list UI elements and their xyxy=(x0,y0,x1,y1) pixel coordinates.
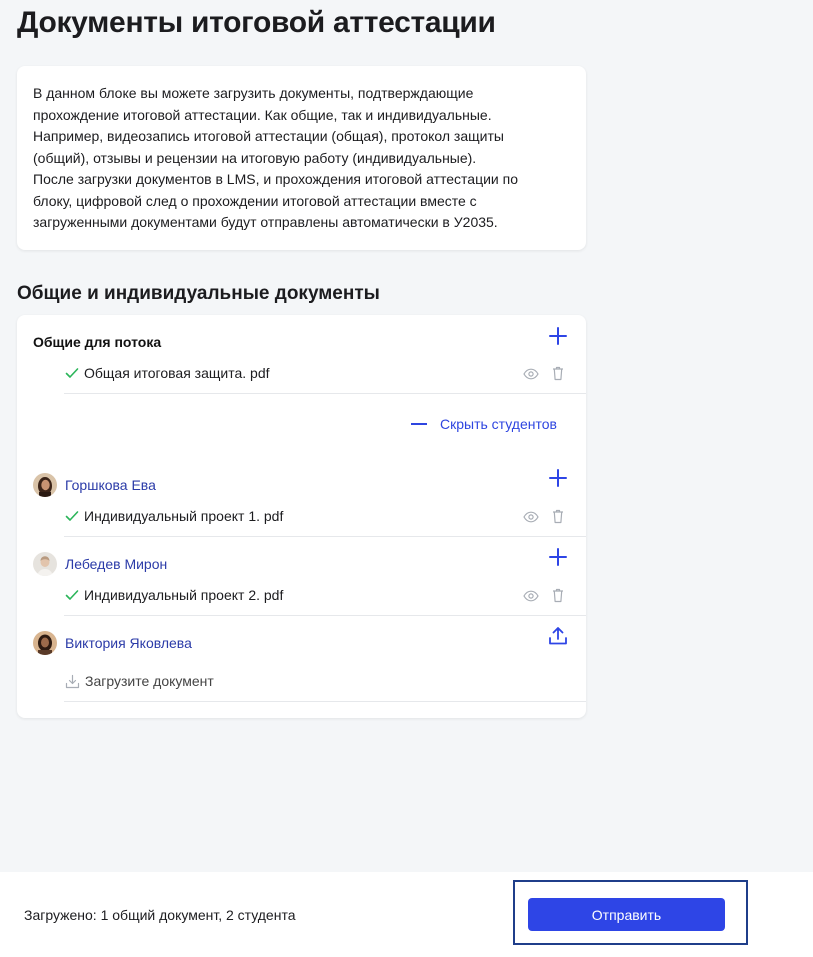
divider xyxy=(64,615,586,616)
info-text-line: После загрузки документов в LMS, и прохо… xyxy=(33,171,519,187)
check-icon xyxy=(65,590,79,600)
info-text-line: прохождение итоговой аттестации. Как общ… xyxy=(33,106,492,123)
file-name: Индивидуальный проект 2. pdf xyxy=(84,587,284,603)
submit-button[interactable]: Отправить xyxy=(528,898,725,931)
eye-icon[interactable] xyxy=(523,511,539,523)
divider xyxy=(64,536,586,537)
hide-students-label: Скрыть студентов xyxy=(440,416,557,432)
info-card: В данном блоке вы можете загрузить докум… xyxy=(17,66,586,250)
common-file-row: Общая итоговая защита. pdf xyxy=(65,365,270,381)
trash-icon[interactable] xyxy=(552,588,564,603)
upload-label: Загрузите документ xyxy=(85,673,214,689)
upload-status: Загружено: 1 общий документ, 2 студента xyxy=(24,907,296,923)
common-group-title: Общие для потока xyxy=(33,334,162,350)
file-name: Индивидуальный проект 1. pdf xyxy=(84,508,284,524)
info-text-line: В данном блоке вы можете загрузить докум… xyxy=(33,85,474,101)
divider xyxy=(64,701,586,702)
add-student-document-button[interactable] xyxy=(547,467,569,489)
add-common-document-button[interactable] xyxy=(547,325,569,347)
section-title: Общие и индивидуальные документы xyxy=(17,283,380,304)
info-text-line: Например, видеозапись итоговой аттестаци… xyxy=(33,128,504,144)
info-text-line: блоку, цифровой след о прохождении итого… xyxy=(33,192,477,209)
minus-icon xyxy=(411,423,427,425)
page-title: Документы итоговой аттестации xyxy=(17,6,496,39)
upload-icon[interactable] xyxy=(548,626,568,646)
avatar xyxy=(33,552,57,576)
student-file-row: Индивидуальный проект 1. pdf xyxy=(65,508,283,524)
download-icon xyxy=(65,674,80,688)
info-text-line: загруженными документами будут отправлен… xyxy=(33,214,498,230)
avatar xyxy=(33,473,57,497)
check-icon xyxy=(65,368,79,378)
student-name[interactable]: Виктория Яковлева xyxy=(65,635,192,651)
student-name[interactable]: Горшкова Ева xyxy=(65,477,156,493)
eye-icon[interactable] xyxy=(523,590,539,602)
add-student-document-button[interactable] xyxy=(547,546,569,568)
trash-icon[interactable] xyxy=(552,509,564,524)
avatar xyxy=(33,631,57,655)
divider xyxy=(64,393,586,394)
trash-icon[interactable] xyxy=(552,366,564,381)
student-file-row: Индивидуальный проект 2. pdf xyxy=(65,587,283,603)
eye-icon[interactable] xyxy=(523,368,539,380)
check-icon xyxy=(65,511,79,521)
info-text-line: (общий), отзывы и рецензии на итоговую р… xyxy=(33,149,477,166)
student-name[interactable]: Лебедев Мирон xyxy=(65,556,167,572)
hide-students-button[interactable]: Скрыть студентов xyxy=(411,416,557,432)
documents-card: Общие для потока Общая итоговая защита. … xyxy=(17,315,586,718)
upload-document-button[interactable]: Загрузите документ xyxy=(65,673,214,689)
file-name: Общая итоговая защита. pdf xyxy=(84,365,270,381)
